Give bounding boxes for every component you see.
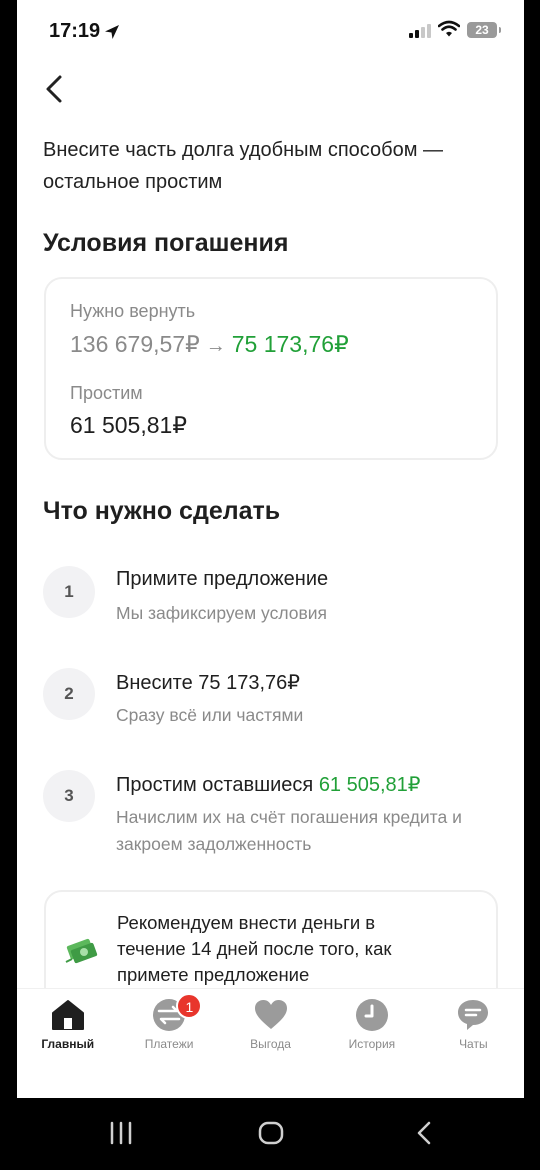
payments-badge: 1	[176, 993, 203, 1019]
home-button[interactable]	[258, 1120, 284, 1146]
step-title: Примите предложение	[116, 568, 329, 590]
step-subtitle: Начислим их на счёт погашения кредита и …	[116, 807, 462, 854]
recommendation-text: Рекомендуем внести деньги в течение 14 д…	[117, 912, 392, 985]
step-subtitle: Мы зафиксируем условия	[116, 603, 328, 623]
amount-change: 136 679,57₽ → 75 173,76₽	[70, 331, 349, 358]
recent-apps-button[interactable]	[108, 1120, 134, 1146]
nav-label: Главный	[41, 1037, 95, 1051]
nav-item-payments[interactable]: 1 Платежи	[118, 989, 219, 1069]
wifi-icon	[438, 20, 460, 37]
forgive-amount: 61 505,81₽	[70, 412, 187, 438]
system-back-button[interactable]	[412, 1120, 438, 1146]
step-title: Внесите 75 173,76₽	[116, 672, 300, 694]
nav-item-history[interactable]: История	[321, 989, 422, 1069]
heart-icon	[254, 1000, 287, 1029]
nav-label: Платежи	[144, 1037, 194, 1051]
nav-label: История	[348, 1037, 396, 1051]
step-number: 2	[43, 668, 95, 720]
back-button[interactable]	[41, 72, 71, 106]
todo-title: Что нужно сделать	[43, 497, 281, 525]
step-title-amount: 61 505,81₽	[318, 774, 421, 796]
clock-icon	[355, 999, 388, 1031]
need-return-label: Нужно вернуть	[70, 301, 196, 321]
conditions-title: Условия погашения	[43, 229, 289, 257]
step-subtitle: Сразу всё или частями	[116, 705, 304, 725]
home-icon	[51, 1000, 84, 1030]
nav-item-chats[interactable]: Чаты	[423, 989, 524, 1069]
status-bar: 17:19 23	[17, 0, 524, 62]
android-nav-bar	[0, 1098, 540, 1170]
bottom-nav: Главный 1 Платежи Выгода История Чаты	[17, 988, 524, 1098]
step-title-text: Простим оставшиеся	[116, 774, 314, 796]
step-number: 3	[43, 770, 95, 822]
conditions-card: Нужно вернуть 136 679,57₽ → 75 173,76₽ Про…	[44, 277, 498, 460]
arrow-right-icon: →	[205, 335, 226, 357]
old-amount: 136 679,57₽	[70, 331, 200, 357]
status-time: 17:19	[49, 20, 120, 43]
money-icon	[65, 938, 98, 964]
step-title: Простим оставшиеся 61 505,81₽	[116, 772, 421, 797]
status-time-text: 17:19	[49, 20, 101, 42]
app-screen: 17:19 23 Внесите часть долга удобным спо…	[17, 0, 524, 1098]
step-number: 1	[43, 566, 95, 618]
nav-label: Чаты	[459, 1037, 488, 1051]
intro-text: Внесите часть долга удобным способом — о…	[43, 139, 444, 193]
battery-icon: 23	[467, 22, 501, 38]
location-arrow-icon	[105, 24, 120, 39]
chat-icon	[458, 1000, 489, 1030]
nav-item-home[interactable]: Главный	[17, 989, 118, 1069]
nav-item-benefits[interactable]: Выгода	[220, 989, 321, 1069]
nav-label: Выгода	[250, 1037, 291, 1051]
forgive-label: Простим	[70, 383, 143, 403]
new-amount: 75 173,76₽	[231, 331, 349, 357]
cellular-signal-icon	[409, 22, 431, 38]
